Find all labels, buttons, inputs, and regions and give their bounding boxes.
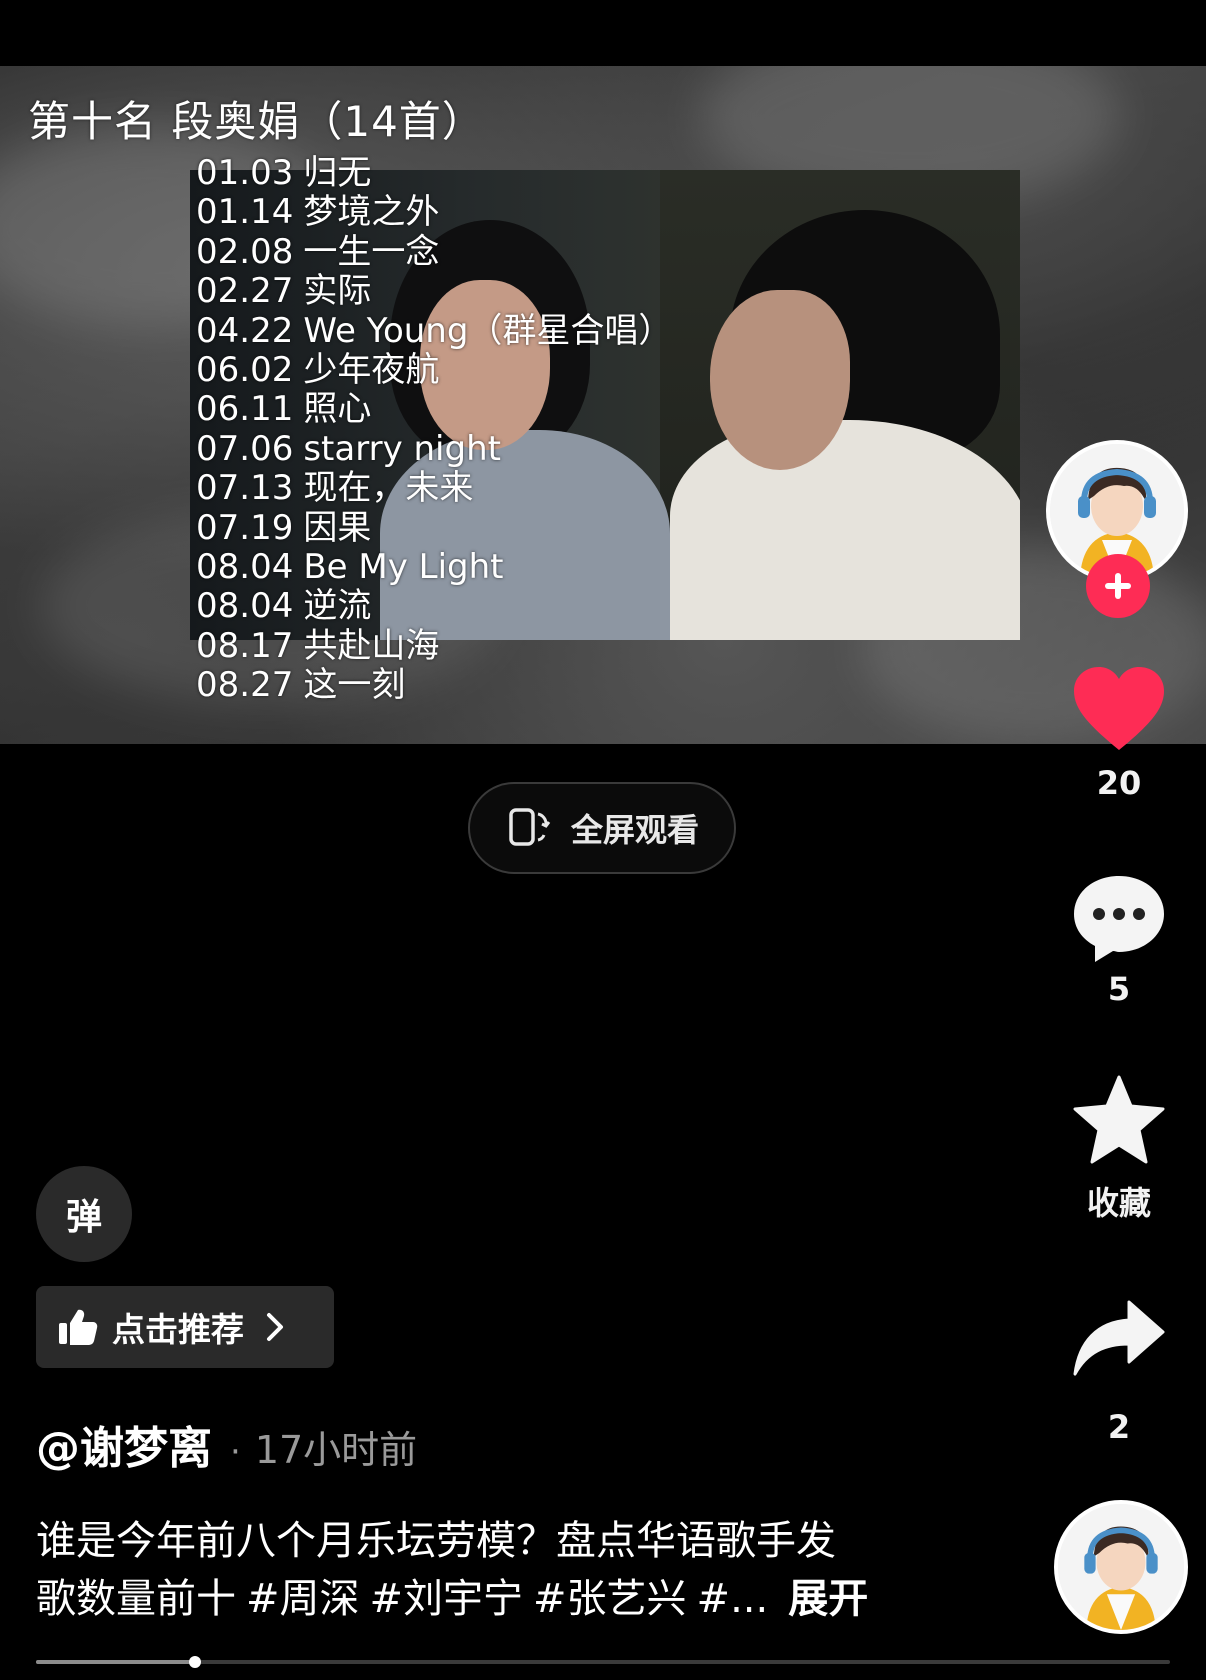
video-overlay-title: 第十名 段奥娟（14首）: [28, 97, 485, 146]
caption-text: 歌数量前十: [36, 1576, 236, 1622]
song-date: 08.27: [196, 665, 294, 706]
song-date: 06.02: [196, 349, 294, 390]
song-item: 02.27 实际: [196, 271, 672, 312]
song-date: 07.13: [196, 468, 294, 509]
hashtag-link[interactable]: #周深: [246, 1576, 360, 1622]
recommend-button[interactable]: 点击推荐: [36, 1286, 334, 1368]
share-count: 2: [1107, 1408, 1131, 1446]
song-date: 07.06: [196, 428, 294, 469]
song-item: 01.14 梦境之外: [196, 193, 672, 232]
song-item: 06.02 少年夜航: [196, 349, 672, 390]
thumbs-up-icon: [59, 1309, 98, 1345]
plus-icon: [1105, 573, 1131, 599]
expand-link[interactable]: 展开: [788, 1576, 868, 1622]
hashtag-link[interactable]: #...: [697, 1576, 769, 1622]
fullscreen-label: 全屏观看: [570, 811, 699, 849]
rotate-phone-icon: [505, 802, 553, 854]
song-item: 07.06 starry night: [196, 428, 672, 469]
song-date: 04.22: [196, 310, 294, 351]
recommend-label: 点击推荐: [112, 1310, 244, 1349]
song-name: 现在，未来: [303, 468, 474, 509]
follow-button[interactable]: [1086, 554, 1150, 618]
song-date: 08.04: [196, 586, 294, 627]
progress-fill: [36, 1660, 195, 1664]
song-item: 07.19 因果: [196, 507, 672, 548]
song-name: Be My Light: [303, 546, 504, 587]
song-name: starry night: [303, 428, 501, 469]
song-date: 02.08: [196, 231, 294, 272]
hashtag-link[interactable]: #张艺兴: [533, 1576, 687, 1622]
song-name: 照心: [303, 389, 372, 430]
caption-line-1: 谁是今年前八个月乐坛劳模？盘点华语歌手发: [36, 1518, 836, 1564]
share-icon: [1073, 1300, 1165, 1376]
favorite-label: 收藏: [1086, 1184, 1151, 1222]
song-item: 08.17 共赴山海: [196, 625, 672, 666]
song-item: 08.27 这一刻: [196, 665, 672, 706]
fullscreen-button[interactable]: 全屏观看: [468, 782, 736, 874]
song-item: 06.11 照心: [196, 390, 672, 429]
song-item: 08.04 Be My Light: [196, 546, 672, 587]
song-date: 02.27: [196, 271, 294, 312]
video-player[interactable]: 第十名 段奥娟（14首） 01.03 归无 01.14 梦境之外 02.08 一生一念 02…: [0, 66, 1206, 744]
post-time: 17小时前: [254, 1428, 418, 1472]
star-icon: [1073, 1075, 1165, 1164]
song-item: 01.03 归无: [196, 153, 672, 193]
song-name: 梦境之外: [303, 192, 440, 233]
heart-icon: [1074, 667, 1164, 750]
danmaku-label: 弹: [65, 1197, 102, 1238]
song-date: 01.03: [196, 153, 294, 193]
author-name[interactable]: @谢梦离: [36, 1412, 212, 1476]
music-disc[interactable]: [1054, 1500, 1188, 1634]
music-disc-avatar: [1058, 1504, 1184, 1630]
chevron-right-icon: [267, 1313, 283, 1341]
song-item: 04.22 We Young（群星合唱）: [196, 310, 673, 351]
song-item: 02.08 一生一念: [196, 231, 672, 272]
song-date: 01.14: [196, 192, 294, 233]
song-name: 逆流: [303, 586, 372, 627]
post-caption[interactable]: 谁是今年前八个月乐坛劳模？盘点华语歌手发 歌数量前十 #周深 #刘宇宁 #张艺兴 #..…: [36, 1512, 936, 1628]
separator-dot: ·: [230, 1432, 241, 1472]
song-item: 07.13 现在，未来: [196, 468, 672, 509]
video-progress-bar[interactable]: [36, 1656, 1170, 1668]
progress-knob[interactable]: [188, 1656, 201, 1668]
song-name: 归无: [303, 153, 372, 193]
danmaku-toggle-button[interactable]: 弹: [36, 1166, 132, 1262]
like-button[interactable]: 20: [1054, 664, 1184, 802]
favorite-button[interactable]: 收藏: [1054, 1074, 1184, 1224]
hashtag-link[interactable]: #刘宇宁: [370, 1576, 524, 1622]
caption-line-2: 歌数量前十 #周深 #刘宇宁 #张艺兴 #... 展开: [36, 1570, 936, 1628]
song-date: 08.04: [196, 546, 294, 587]
song-name: 一生一念: [303, 231, 440, 272]
song-name: 少年夜航: [303, 349, 440, 390]
comment-icon: [1074, 876, 1164, 962]
song-date: 06.11: [196, 389, 294, 430]
song-list: 01.03 归无 01.14 梦境之外 02.08 一生一念 02.27 实际 04.22 We …: [196, 153, 673, 706]
song-name: 因果: [303, 507, 372, 548]
song-item: 08.04 逆流: [196, 587, 672, 626]
like-count: 20: [1096, 764, 1142, 802]
video-screen: 第十名 段奥娟（14首） 01.03 归无 01.14 梦境之外 02.08 一生一念 02…: [0, 0, 1206, 1680]
song-name: 共赴山海: [303, 625, 440, 666]
song-name: 实际: [303, 271, 372, 312]
song-name: 这一刻: [303, 665, 406, 706]
song-date: 07.19: [196, 507, 294, 548]
comment-button[interactable]: 5: [1054, 870, 1184, 1008]
song-date: 08.17: [196, 625, 294, 666]
comment-count: 5: [1107, 970, 1131, 1008]
song-name: We Young（群星合唱）: [303, 310, 673, 351]
share-button[interactable]: 2: [1054, 1298, 1184, 1446]
author-line: @谢梦离 · 17小时前: [36, 1412, 417, 1476]
